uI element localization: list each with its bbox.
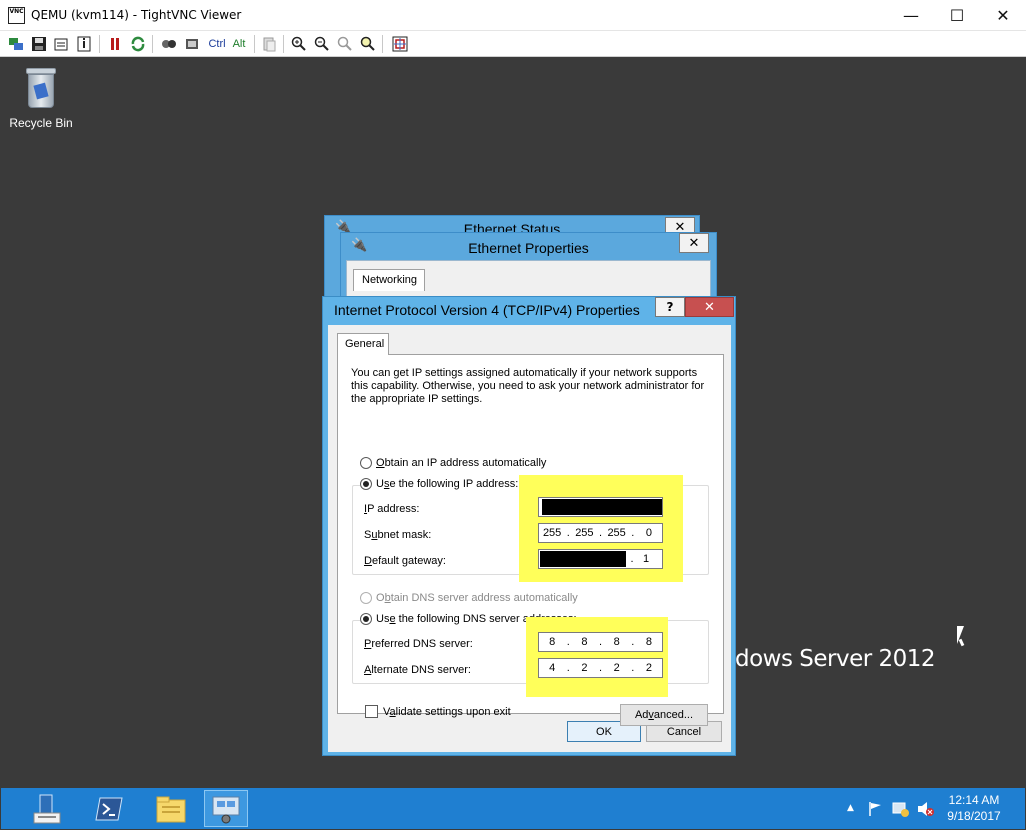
server-manager-icon[interactable] bbox=[19, 790, 75, 827]
preferred-dns-octet-4: 8 bbox=[645, 636, 652, 648]
advanced-button[interactable]: Ad v anced... bbox=[620, 704, 708, 726]
alternate-dns-octet-2: 2 bbox=[581, 662, 588, 674]
redacted-gateway bbox=[540, 551, 626, 567]
ipv4-dialog-title: Internet Protocol Version 4 (TCP/IPv4) P… bbox=[334, 302, 640, 318]
clock-time: 12:14 AM bbox=[948, 793, 1000, 807]
alt-key-button[interactable]: Alt bbox=[230, 35, 248, 53]
vnc-titlebar: VNC QEMU (kvm114) - TightVNC Viewer — ☐ … bbox=[0, 0, 1026, 31]
pause-icon[interactable] bbox=[106, 35, 124, 53]
subnet-octet-4: 0 bbox=[645, 527, 652, 539]
ethernet-properties-title: Ethernet Properties bbox=[468, 240, 589, 256]
zoom-fit-icon[interactable] bbox=[359, 35, 377, 53]
close-button[interactable]: ✕ bbox=[685, 297, 734, 317]
clock-date: 9/18/2017 bbox=[947, 809, 1001, 823]
file-explorer-icon[interactable] bbox=[143, 790, 199, 827]
ctrl-key-button[interactable]: Ctrl bbox=[207, 35, 227, 53]
vnc-app-icon[interactable]: VNC bbox=[8, 7, 25, 24]
window-title: QEMU (kvm114) - TightVNC Viewer bbox=[31, 8, 242, 22]
subnet-octet-1: 255 bbox=[542, 527, 562, 539]
obtain-ip-auto-label: Obtain an IP address automatically bbox=[376, 457, 547, 469]
alternate-dns-octet-1: 4 bbox=[549, 662, 556, 674]
zoom-in-icon[interactable] bbox=[290, 35, 308, 53]
toolbar-separator bbox=[254, 35, 255, 53]
radio-checked-icon[interactable] bbox=[360, 478, 372, 490]
tray-overflow-button[interactable]: ▲ bbox=[847, 803, 854, 813]
preferred-dns-octet-2: 8 bbox=[581, 636, 588, 648]
ip-address-input[interactable] bbox=[538, 497, 663, 517]
powershell-icon[interactable] bbox=[81, 790, 137, 827]
taskbar: ▲ 12:14 AM 9/18/2017 bbox=[1, 788, 1025, 829]
alternate-dns-label: Alternate DNS server: bbox=[364, 664, 471, 676]
default-gateway-input[interactable]: . 1 bbox=[538, 549, 663, 569]
action-center-flag-icon[interactable] bbox=[867, 801, 883, 820]
close-window-button[interactable]: ✕ bbox=[980, 0, 1026, 31]
maximize-button[interactable]: ☐ bbox=[934, 0, 980, 31]
obtain-ip-auto-radio[interactable]: Obtain an IP address automatically bbox=[360, 457, 546, 469]
obtain-dns-auto-radio[interactable]: Obtain DNS server address automatically bbox=[360, 592, 578, 604]
ctrl-esc-icon[interactable] bbox=[183, 35, 201, 53]
zoom-out-icon[interactable] bbox=[313, 35, 331, 53]
minimize-button[interactable]: — bbox=[888, 0, 934, 31]
preferred-dns-octet-1: 8 bbox=[549, 636, 556, 648]
refresh-icon[interactable] bbox=[129, 35, 147, 53]
network-tray-icon[interactable] bbox=[892, 801, 910, 820]
radio-unchecked-icon[interactable] bbox=[360, 457, 372, 469]
default-gateway-label: Default gateway: bbox=[364, 555, 446, 567]
options-icon[interactable] bbox=[52, 35, 70, 53]
network-connections-icon[interactable] bbox=[204, 790, 248, 827]
alternate-dns-octet-4: 2 bbox=[645, 662, 652, 674]
recycle-bin[interactable]: Recycle Bin bbox=[5, 66, 77, 130]
preferred-dns-label: Preferred DNS server: bbox=[364, 638, 473, 650]
fullscreen-icon[interactable] bbox=[391, 35, 409, 53]
tab-general[interactable]: General bbox=[337, 333, 389, 355]
toolbar-separator bbox=[382, 35, 383, 53]
ipv4-properties-dialog[interactable]: Internet Protocol Version 4 (TCP/IPv4) P… bbox=[322, 296, 736, 756]
checkbox-unchecked-icon[interactable] bbox=[365, 705, 378, 718]
vnc-app-icon-text: VNC bbox=[9, 8, 24, 15]
subnet-octet-3: 255 bbox=[607, 527, 626, 539]
ctrl-alt-del-icon[interactable] bbox=[160, 35, 178, 53]
general-tab-panel: You can get IP settings assigned automat… bbox=[337, 354, 724, 718]
recycle-bin-label: Recycle Bin bbox=[9, 116, 73, 130]
toolbar-separator bbox=[99, 35, 100, 53]
alternate-dns-input[interactable]: 4 . 2 . 2 . 2 bbox=[538, 658, 663, 678]
validate-settings-label: Validate settings upon exit bbox=[383, 705, 511, 718]
redacted-ip-address bbox=[542, 499, 662, 515]
description-text: You can get IP settings assigned automat… bbox=[351, 367, 705, 405]
new-connection-icon[interactable] bbox=[7, 35, 25, 53]
zoom-100-icon[interactable] bbox=[336, 35, 354, 53]
ip-dot: . bbox=[630, 553, 634, 565]
subnet-octet-2: 255 bbox=[575, 527, 594, 539]
gateway-last-octet: 1 bbox=[643, 553, 650, 565]
toolbar-separator bbox=[283, 35, 284, 53]
ipv4-dialog-body: General You can get IP settings assigned… bbox=[328, 325, 731, 752]
subnet-mask-label: Subnet mask: bbox=[364, 529, 432, 541]
preferred-dns-input[interactable]: 8 . 8 . 8 . 8 bbox=[538, 632, 663, 652]
use-following-ip-label: Use the following IP address: bbox=[376, 478, 519, 490]
toolbar-separator bbox=[152, 35, 153, 53]
subnet-mask-input[interactable]: 255 . 255 . 255 . 0 bbox=[538, 523, 663, 543]
obtain-dns-auto-label: Obtain DNS server address automatically bbox=[376, 592, 578, 604]
tab-networking[interactable]: Networking bbox=[353, 269, 425, 291]
save-icon[interactable] bbox=[30, 35, 48, 53]
system-clock[interactable]: 12:14 AM 9/18/2017 bbox=[931, 792, 1017, 824]
radio-checked-icon[interactable] bbox=[360, 613, 372, 625]
help-button[interactable]: ? bbox=[655, 297, 685, 317]
vnc-toolbar: Ctrl Alt bbox=[0, 31, 1026, 57]
dns-highlight bbox=[526, 617, 668, 697]
validate-settings-checkbox[interactable]: Validate settings upon exit bbox=[365, 705, 511, 718]
info-icon[interactable] bbox=[75, 35, 93, 53]
preferred-dns-octet-3: 8 bbox=[613, 636, 620, 648]
ethernet-properties-close-button[interactable]: ✕ bbox=[679, 233, 709, 253]
recycle-bin-icon bbox=[24, 66, 58, 110]
ip-address-label: IP address: bbox=[364, 503, 420, 515]
windows-server-brand: dows Server 2012 bbox=[735, 646, 936, 672]
alternate-dns-octet-3: 2 bbox=[613, 662, 620, 674]
use-following-ip-radio[interactable]: Use the following IP address: bbox=[360, 478, 522, 490]
clipboard-icon[interactable] bbox=[260, 35, 278, 53]
radio-disabled-icon[interactable] bbox=[360, 592, 372, 604]
